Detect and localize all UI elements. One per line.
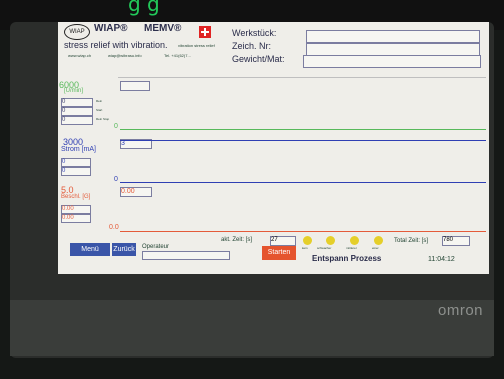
start-button[interactable]: Starten [262,246,296,260]
menu-button[interactable]: Menü [70,243,110,256]
rpm-zero: 0 [114,123,118,130]
brand-logo: omron [438,302,484,319]
status-label-2: schwacher [317,246,332,250]
accel-value-2: 0.00 [61,214,91,223]
rpm-value-2: 0 [61,107,93,116]
gewicht-label: Gewicht/Mat: [232,54,285,64]
accel-unit: Beschl. [G] [61,194,91,200]
status-dot-1 [303,236,312,245]
accel-current: 0.00 [120,187,152,197]
current-unit: Strom [mA] [61,146,97,153]
status-dot-3 [350,236,359,245]
total-time-value: 780 [442,236,470,246]
accel-zero: 0.0 [109,224,119,231]
clock: 11:04:12 [428,256,455,263]
total-time-label: Total Zeit: [s] [394,238,429,244]
gewicht-field[interactable] [303,55,481,68]
accel-value-1: 0.00 [61,205,91,214]
rpm-value-label-1: Rein [96,99,103,103]
rpm-value-1: 0 [61,98,93,107]
rpm-trend-line [120,129,486,130]
current-value-1: 0 [61,158,91,167]
overlay-heading: g g [128,0,160,16]
accel-trend-line [120,231,486,232]
rpm-current [120,81,150,91]
status-dot-4 [374,236,383,245]
current-value-2: 0 [61,167,91,176]
process-label: Entspann Prozess [312,254,382,263]
back-button[interactable]: Zurück [112,243,136,256]
operator-label: Operateur [142,244,170,250]
website: www.wiap.ch [68,53,92,58]
status-label-1: kein [302,246,308,250]
wiap-trademark: WIAP® [94,23,128,34]
hmi-screen: WIAP WIAP® MEMV® stress relief with vibr… [58,22,489,274]
status-label-3: mittlerer [346,246,357,250]
bezel-bottom [10,300,494,356]
slogan-small: vibration stress relief [178,43,215,48]
rpm-unit: [U/min] [64,88,84,94]
rpm-value-3: 0 [61,116,93,125]
current-trend-line [120,140,486,141]
current-zero: 0 [114,176,118,183]
operator-field[interactable] [142,251,230,260]
werkstueck-label: Werkstück: [232,28,277,38]
slogan: stress relief with vibration. [64,40,168,50]
rpm-value-label-2: Start [96,108,103,112]
email: wiap@wibrasu.info [108,53,142,58]
telephone: Tel. +41(62)7... [164,53,191,58]
current-time-label: akt. Zeit: [s] [221,237,253,243]
current-time-value: 27 [270,236,296,246]
status-label-4: einer [372,246,379,250]
werkstueck-field[interactable] [306,30,480,43]
rpm-value-label-3: Rein Stop [96,117,110,121]
zeich-nr-label: Zeich. Nr: [232,41,272,51]
current-baseline [120,182,486,183]
memv-trademark: MEMV® [144,23,182,34]
swiss-flag-icon [199,26,211,38]
status-dot-2 [326,236,335,245]
rpm-chart-border [118,77,486,78]
wiap-logo: WIAP [64,24,90,40]
